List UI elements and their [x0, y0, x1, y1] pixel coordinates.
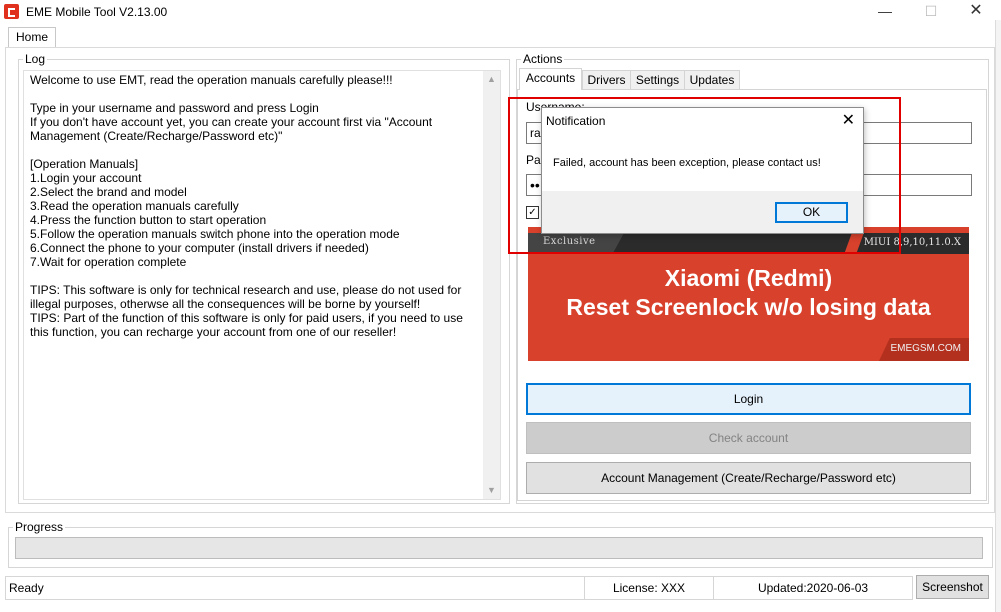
scroll-down-arrow-icon[interactable]: ▼ [483, 482, 500, 499]
dialog-message: Failed, account has been exception, plea… [553, 157, 821, 169]
log-group-title: Log [25, 52, 46, 66]
banner-site-text: EMEGSM.COM [890, 343, 961, 354]
progress-bar [15, 537, 983, 559]
scroll-up-arrow-icon[interactable]: ▲ [483, 71, 500, 88]
dialog-close-icon[interactable]: ✕ [842, 110, 855, 130]
log-textbox[interactable]: Welcome to use EMT, read the operation m… [23, 70, 501, 500]
banner-site-tag: EMEGSM.COM [879, 338, 969, 361]
app-logo-icon [4, 4, 19, 19]
actions-group-title: Actions [523, 52, 563, 66]
tab-home[interactable]: Home [8, 27, 56, 48]
tab-drivers[interactable]: Drivers [582, 70, 631, 90]
license-text: License: XXX [584, 576, 714, 600]
updated-text: Updated:2020-06-03 [713, 576, 913, 600]
dialog-title: Notification [546, 114, 606, 128]
tab-updates[interactable]: Updates [684, 70, 740, 90]
check-account-button[interactable]: Check account [526, 422, 971, 454]
notification-dialog: Notification ✕ Failed, account has been … [541, 107, 864, 234]
log-text: Welcome to use EMT, read the operation m… [30, 73, 463, 339]
progress-group-title: Progress [15, 520, 64, 534]
tab-accounts[interactable]: Accounts [519, 68, 582, 90]
log-scrollbar[interactable]: ▲ ▼ [483, 71, 500, 499]
banner-subheadline: Reset Screenlock w/o losing data [566, 294, 931, 320]
status-text: Ready [5, 576, 585, 600]
title-bar: EME Mobile Tool V2.13.00 — ☐ ✕ [0, 0, 1001, 24]
tab-settings[interactable]: Settings [630, 70, 685, 90]
dialog-footer: OK [542, 191, 863, 233]
account-management-button[interactable]: Account Management (Create/Recharge/Pass… [526, 462, 971, 494]
dialog-ok-button[interactable]: OK [775, 202, 848, 223]
login-button[interactable]: Login [526, 383, 971, 415]
close-window-button[interactable]: ✕ [953, 0, 999, 24]
background-window-edge [995, 20, 1001, 612]
banner-headline: Xiaomi (Redmi) [664, 265, 833, 291]
screenshot-button[interactable]: Screenshot [916, 575, 989, 599]
window-title: EME Mobile Tool V2.13.00 [26, 5, 168, 19]
status-bar: Ready License: XXX Updated:2020-06-03 Sc… [5, 575, 993, 601]
minimize-button[interactable]: — [862, 0, 908, 24]
maximize-button[interactable]: ☐ [908, 0, 954, 24]
